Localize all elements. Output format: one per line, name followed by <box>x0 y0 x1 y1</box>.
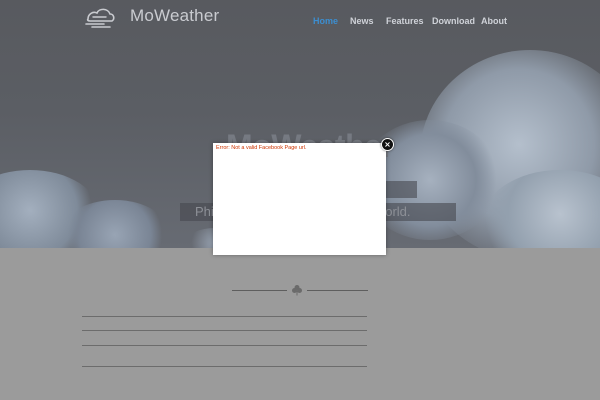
clover-icon <box>292 285 302 296</box>
nav-about[interactable]: About <box>481 16 507 26</box>
site-header: MoWeather Home News Features Download Ab… <box>0 0 600 42</box>
nav-news[interactable]: News <box>350 16 374 26</box>
content-rule <box>82 330 367 331</box>
main-nav: Home News Features Download About <box>0 16 600 32</box>
section-divider-left <box>232 290 287 291</box>
close-icon[interactable]: × <box>381 138 394 151</box>
content-rule <box>82 316 367 317</box>
nav-home[interactable]: Home <box>313 16 338 26</box>
error-modal: Error: Not a valid Facebook Page url. <box>213 143 386 255</box>
moon-icon <box>326 44 390 130</box>
content-rule <box>82 345 367 346</box>
hero-tagline-left: Phi <box>195 204 214 219</box>
content-rule <box>82 366 367 367</box>
modal-error-text: Error: Not a valid Facebook Page url. <box>216 145 307 151</box>
nav-features[interactable]: Features <box>386 16 424 26</box>
nav-download[interactable]: Download <box>432 16 475 26</box>
section-divider-right <box>307 290 368 291</box>
